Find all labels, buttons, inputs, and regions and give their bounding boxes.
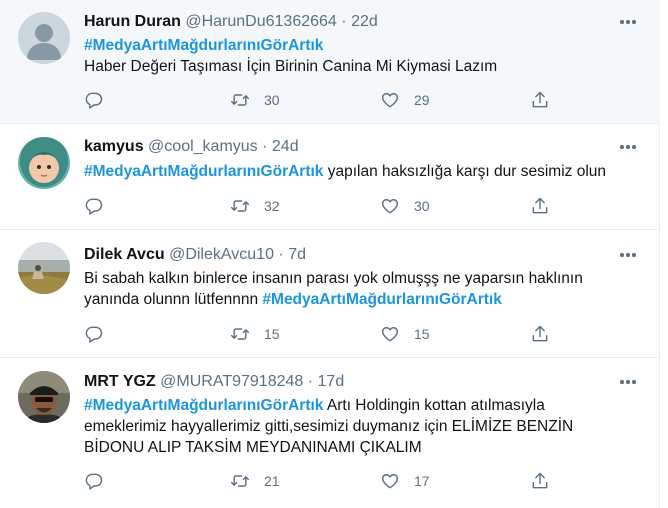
- separator-dot: ·: [307, 373, 314, 390]
- display-name[interactable]: MRT YGZ: [84, 373, 156, 390]
- avatar[interactable]: [18, 371, 70, 423]
- reply-button[interactable]: [84, 89, 104, 111]
- tweet[interactable]: kamyus @cool_kamyus · 24d #MedyaArtıMağd…: [0, 124, 660, 230]
- reply-icon: [85, 326, 103, 343]
- retweet-button[interactable]: 30: [230, 89, 280, 111]
- share-button[interactable]: [530, 195, 550, 217]
- heart-icon: [381, 93, 399, 108]
- timestamp[interactable]: 17d: [318, 373, 345, 390]
- tweet-text-line: Artı Holdingin kottan atılmasıyla: [323, 397, 545, 414]
- like-count: 29: [414, 92, 430, 108]
- hashtag-link[interactable]: #MedyaArtıMağdurlarınıGörArtık: [262, 291, 501, 308]
- display-name[interactable]: Harun Duran: [84, 13, 181, 30]
- user-handle[interactable]: @MURAT97918248: [160, 373, 303, 390]
- reply-button[interactable]: [84, 323, 104, 345]
- tweet-header: Harun Duran @HarunDu61362664 · 22d: [84, 12, 378, 32]
- separator-dot: ·: [278, 246, 284, 263]
- tweet[interactable]: Harun Duran @HarunDu61362664 · 22d #Medy…: [0, 0, 660, 124]
- like-count: 17: [414, 473, 430, 489]
- tweet-text-line: BİDONU ALIP TAKSİM MEYDANINAMI ÇIKALIM: [84, 439, 422, 456]
- timestamp[interactable]: 24d: [272, 138, 299, 155]
- avatar[interactable]: [18, 137, 70, 189]
- reply-icon: [85, 92, 103, 109]
- tweet-actions: 32 30: [84, 195, 554, 217]
- like-count: 30: [414, 198, 430, 214]
- tweet[interactable]: MRT YGZ @MURAT97918248 · 17d #MedyaArtıM…: [0, 358, 660, 508]
- like-button[interactable]: 15: [380, 323, 430, 345]
- retweet-icon: [230, 200, 250, 212]
- more-options-button[interactable]: [618, 137, 638, 157]
- retweet-button[interactable]: 32: [230, 195, 280, 217]
- user-handle[interactable]: @cool_kamyus: [148, 138, 258, 155]
- tweet-text-line: emeklerimiz hayyallerimiz gitti,sesimizi…: [84, 418, 574, 435]
- hashtag-link[interactable]: #MedyaArtıMağdurlarınıGörArtık: [84, 37, 323, 54]
- hashtag-link[interactable]: #MedyaArtıMağdurlarınıGörArtık: [84, 397, 323, 414]
- tweet-header: Dilek Avcu @DilekAvcu10 · 7d: [84, 245, 306, 265]
- heart-icon: [381, 327, 399, 342]
- separator-dot: ·: [341, 13, 347, 30]
- like-button[interactable]: 30: [380, 195, 430, 217]
- reply-button[interactable]: [84, 470, 104, 492]
- tweet-text: #MedyaArtıMağdurlarınıGörArtık Artı Hold…: [84, 395, 644, 458]
- like-count: 15: [414, 326, 430, 342]
- tweet-text-line: Haber Değeri Taşıması İçin Birinin Canin…: [84, 58, 498, 75]
- default-avatar-icon: [18, 12, 70, 64]
- more-options-button[interactable]: [618, 245, 638, 265]
- user-handle[interactable]: @HarunDu61362664: [185, 13, 336, 30]
- tweet-feed: Harun Duran @HarunDu61362664 · 22d #Medy…: [0, 0, 660, 508]
- hashtag-link[interactable]: #MedyaArtıMağdurlarınıGörArtık: [84, 163, 323, 180]
- retweet-button[interactable]: 21: [230, 470, 280, 492]
- share-icon: [532, 325, 548, 342]
- display-name[interactable]: kamyus: [84, 138, 144, 155]
- tweet-actions: 30 29: [84, 89, 554, 111]
- retweet-count: 32: [264, 198, 280, 214]
- tweet-actions: 15 15: [84, 323, 554, 345]
- landscape-photo-avatar-icon: [18, 242, 70, 294]
- tweet-header: kamyus @cool_kamyus · 24d: [84, 137, 299, 157]
- share-button[interactable]: [530, 323, 550, 345]
- retweet-count: 21: [264, 473, 280, 489]
- timestamp[interactable]: 7d: [288, 246, 306, 263]
- tweet-header: MRT YGZ @MURAT97918248 · 17d: [84, 372, 344, 392]
- share-button[interactable]: [530, 89, 550, 111]
- share-button[interactable]: [530, 470, 550, 492]
- separator-dot: ·: [262, 138, 268, 155]
- timestamp[interactable]: 22d: [351, 13, 378, 30]
- person-photo-avatar-icon: [18, 371, 70, 423]
- share-icon: [532, 197, 548, 214]
- user-handle[interactable]: @DilekAvcu10: [169, 246, 274, 263]
- tweet-text: #MedyaArtıMağdurlarınıGörArtık Haber Değ…: [84, 35, 644, 77]
- like-button[interactable]: 17: [380, 470, 430, 492]
- heart-icon: [381, 199, 399, 214]
- like-button[interactable]: 29: [380, 89, 430, 111]
- share-icon: [532, 91, 548, 108]
- retweet-icon: [230, 475, 250, 487]
- retweet-count: 15: [264, 326, 280, 342]
- tweet-text-line: yapılan haksızlığa karşı dur sesimiz olu…: [323, 163, 607, 180]
- tweet-text: Bi sabah kalkın binlerce insanın parası …: [84, 268, 644, 310]
- baby-photo-avatar-icon: [18, 137, 70, 189]
- display-name[interactable]: Dilek Avcu: [84, 246, 165, 263]
- reply-button[interactable]: [84, 195, 104, 217]
- tweet-actions: 21 17: [84, 470, 554, 492]
- retweet-icon: [230, 94, 250, 106]
- reply-icon: [85, 198, 103, 215]
- retweet-count: 30: [264, 92, 280, 108]
- share-icon: [532, 472, 548, 489]
- tweet-text-line: yanında olunnn lütfennnn: [84, 291, 263, 308]
- avatar[interactable]: [18, 242, 70, 294]
- tweet-text: #MedyaArtıMağdurlarınıGörArtık yapılan h…: [84, 161, 644, 182]
- retweet-button[interactable]: 15: [230, 323, 280, 345]
- avatar[interactable]: [18, 12, 70, 64]
- tweet[interactable]: Dilek Avcu @DilekAvcu10 · 7d Bi sabah ka…: [0, 230, 660, 358]
- retweet-icon: [230, 328, 250, 340]
- reply-icon: [85, 473, 103, 490]
- more-options-button[interactable]: [618, 372, 638, 392]
- tweet-text-line: Bi sabah kalkın binlerce insanın parası …: [84, 270, 583, 287]
- more-options-button[interactable]: [618, 12, 638, 32]
- heart-icon: [381, 474, 399, 489]
